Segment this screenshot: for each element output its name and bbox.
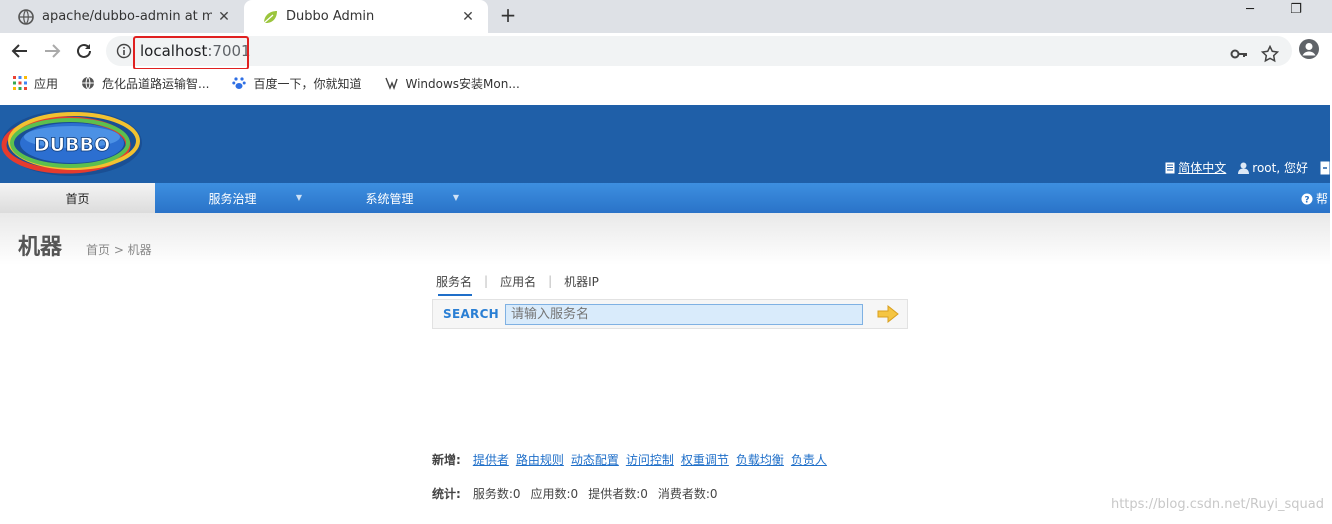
- menu-system-management[interactable]: 系统管理 ▼: [312, 183, 467, 213]
- search-tabs: 服务名 | 应用名 | 机器IP: [432, 271, 908, 296]
- add-weight-link[interactable]: 权重调节: [681, 451, 729, 468]
- bookmark-mongodb[interactable]: Windows安装Mon...: [383, 75, 520, 92]
- user-greeting: root, 您好: [1238, 159, 1308, 176]
- globe-icon: [80, 75, 96, 91]
- spring-leaf-icon: [262, 9, 278, 25]
- tab-dubbo-admin[interactable]: Dubbo Admin ✕: [244, 0, 488, 33]
- menu-home[interactable]: 首页: [0, 183, 155, 213]
- page-title: 机器: [18, 235, 63, 260]
- restore-button[interactable]: ❐: [1276, 2, 1316, 24]
- help-icon: ?: [1301, 193, 1313, 205]
- help-label: 帮: [1315, 192, 1328, 206]
- breadcrumb[interactable]: 首页 > 机器: [86, 241, 152, 258]
- menu-service-governance[interactable]: 服务治理 ▼: [155, 183, 310, 213]
- language-link[interactable]: 简体中文: [1165, 159, 1226, 176]
- logout-icon: [1320, 161, 1330, 174]
- star-icon[interactable]: [1260, 44, 1280, 63]
- add-provider-link[interactable]: 提供者: [473, 451, 509, 468]
- user-label: root, 您好: [1252, 161, 1308, 175]
- language-label: 简体中文: [1178, 161, 1227, 175]
- bookmark-label: 危化品道路运输智...: [102, 76, 210, 91]
- stat-applications: 应用数:0: [530, 487, 579, 501]
- back-button[interactable]: [7, 38, 33, 64]
- add-route-link[interactable]: 路由规则: [516, 451, 564, 468]
- search-tab-application[interactable]: 应用名: [496, 273, 540, 290]
- stats-label: 统计:: [432, 487, 461, 501]
- browser-window: apache/dubbo-admin at mast ✕ Dubbo Admin…: [0, 0, 1332, 524]
- tab-title: Dubbo Admin: [286, 9, 375, 24]
- bookmark-hazmat[interactable]: 危化品道路运输智...: [80, 75, 209, 92]
- add-load-balance-link[interactable]: 负载均衡: [736, 451, 784, 468]
- add-dynamic-config-link[interactable]: 动态配置: [571, 451, 619, 468]
- add-links-row: 新增: 提供者 路由规则 动态配置 访问控制 权重调节 负载均衡 负责人: [432, 451, 827, 468]
- caret-down-icon: ▼: [295, 193, 302, 202]
- header-links: 简体中文 root, 您好: [1165, 159, 1330, 176]
- key-icon[interactable]: [1230, 45, 1248, 63]
- bookmark-label: Windows安装Mon...: [405, 76, 520, 91]
- forward-arrow-icon: [45, 44, 61, 58]
- bookmark-apps[interactable]: 应用: [12, 75, 58, 92]
- search-arrow-button[interactable]: [877, 304, 899, 324]
- search-tab-service[interactable]: 服务名: [432, 273, 476, 296]
- search-label: SEARCH: [443, 307, 500, 321]
- logout-button[interactable]: [1320, 159, 1330, 176]
- stat-consumers: 消费者数:0: [657, 487, 718, 501]
- profile-avatar-icon[interactable]: [1298, 38, 1320, 60]
- address-bar[interactable]: localhost:7001: [106, 36, 1292, 66]
- github-icon: [18, 8, 34, 25]
- tab-separator: |: [484, 274, 489, 288]
- svg-text:?: ?: [1304, 195, 1309, 205]
- bookmark-label: 应用: [34, 76, 59, 91]
- menu-label: 服务治理: [208, 191, 257, 206]
- back-arrow-icon: [11, 44, 27, 58]
- baidu-paw-icon: [231, 75, 247, 91]
- document-icon: [1165, 162, 1175, 173]
- minimize-button[interactable]: ─: [1230, 2, 1270, 24]
- add-owner-link[interactable]: 负责人: [791, 451, 827, 468]
- stat-services: 服务数:0: [472, 487, 521, 501]
- info-icon[interactable]: [116, 43, 132, 59]
- new-tab-button[interactable]: +: [496, 4, 520, 28]
- tab-github[interactable]: apache/dubbo-admin at mast ✕: [0, 0, 244, 33]
- page-title-bar: 机器 首页 > 机器: [0, 213, 1330, 265]
- help-link[interactable]: ? 帮: [1301, 190, 1328, 207]
- tab-title: apache/dubbo-admin at mast: [42, 9, 212, 24]
- reload-button[interactable]: [71, 38, 97, 64]
- menu-label: 首页: [65, 191, 90, 206]
- svg-text:DUBBO: DUBBO: [34, 134, 110, 156]
- tab-strip: apache/dubbo-admin at mast ✕ Dubbo Admin…: [0, 0, 1332, 33]
- bookmark-label: 百度一下，你就知道: [253, 76, 362, 91]
- search-input[interactable]: [505, 304, 863, 325]
- tab-separator: |: [548, 274, 553, 288]
- dubbo-logo[interactable]: DUBBO: [0, 107, 145, 179]
- menu-label: 系统管理: [365, 191, 414, 206]
- close-tab-icon[interactable]: ✕: [212, 5, 236, 29]
- user-icon: [1238, 162, 1250, 174]
- search-box: SEARCH: [432, 299, 908, 329]
- bookmark-baidu[interactable]: 百度一下，你就知道: [231, 75, 361, 92]
- search-panel: 服务名 | 应用名 | 机器IP SEARCH: [432, 271, 908, 329]
- apps-grid-icon: [12, 75, 28, 91]
- stat-providers: 提供者数:0: [588, 487, 648, 501]
- arrow-right-icon: [877, 304, 899, 324]
- reload-icon: [77, 43, 91, 58]
- add-access-control-link[interactable]: 访问控制: [626, 451, 674, 468]
- main-menu: 首页 服务治理 ▼ 系统管理 ▼ ? 帮: [0, 183, 1330, 213]
- app-header: DUBBO 简体中文 root, 您好: [0, 105, 1330, 183]
- url-highlight-annotation: [133, 36, 249, 70]
- add-label: 新增:: [432, 453, 461, 467]
- caret-down-icon: ▼: [452, 193, 459, 202]
- watermark: https://blog.csdn.net/Ruyi_squad: [1110, 497, 1324, 512]
- mongodb-icon: [383, 75, 399, 91]
- stats-row: 统计: 服务数:0 应用数:0 提供者数:0 消费者数:0: [432, 485, 718, 502]
- search-tab-machine-ip[interactable]: 机器IP: [560, 273, 603, 290]
- bookmarks-bar: 应用 危化品道路运输智... 百度一下，你就知道 Windows安装Mon...: [0, 69, 1332, 97]
- close-tab-icon[interactable]: ✕: [456, 5, 480, 29]
- forward-button[interactable]: [39, 38, 65, 64]
